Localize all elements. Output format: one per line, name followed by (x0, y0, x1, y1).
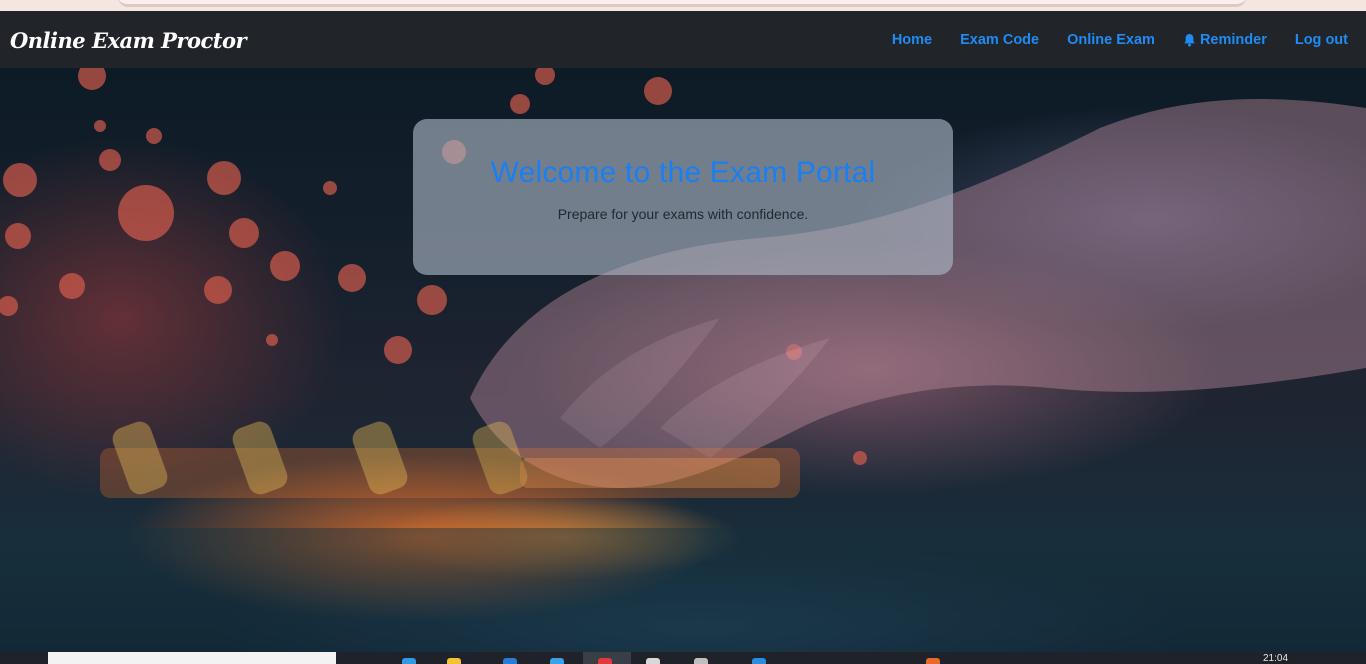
hero-background: Welcome to the Exam Portal Prepare for y… (0, 68, 1366, 652)
nav-link-exam-code[interactable]: Exam Code (960, 32, 1039, 48)
taskbar-app-icon[interactable] (646, 658, 660, 664)
taskbar-app-icon[interactable] (926, 658, 940, 664)
brand-logo[interactable]: Online Exam Proctor (10, 28, 247, 53)
welcome-subtitle: Prepare for your exams with confidence. (557, 206, 809, 222)
taskbar-app-icon[interactable] (598, 658, 612, 664)
page: Online Exam Proctor Home Exam Code Onlin… (0, 0, 1366, 664)
nav-link-online-exam[interactable]: Online Exam (1067, 32, 1155, 48)
taskbar-app-icon[interactable] (503, 658, 517, 664)
bell-icon (1183, 33, 1196, 47)
taskbar-search-box[interactable] (48, 652, 336, 664)
taskbar-app-icon[interactable] (752, 658, 766, 664)
address-bar-edge[interactable] (118, 0, 1246, 7)
navbar: Online Exam Proctor Home Exam Code Onlin… (0, 11, 1366, 68)
browser-chrome-strip (0, 0, 1366, 11)
welcome-title: Welcome to the Exam Portal (490, 156, 876, 189)
nav-link-reminder[interactable]: Reminder (1183, 32, 1267, 48)
taskbar-app-icon[interactable] (550, 658, 564, 664)
taskbar-app-icon[interactable] (447, 658, 461, 664)
nav-link-logout[interactable]: Log out (1295, 32, 1348, 48)
welcome-card: Welcome to the Exam Portal Prepare for y… (413, 119, 953, 275)
nav-link-home[interactable]: Home (892, 32, 932, 48)
nav-link-reminder-label: Reminder (1199, 31, 1267, 48)
taskbar-app-icon[interactable] (694, 658, 708, 664)
nav-links: Home Exam Code Online Exam Reminder Log … (864, 32, 1348, 48)
taskbar: 21:04 (0, 652, 1366, 664)
taskbar-clock[interactable]: 21:04 (1263, 653, 1288, 664)
taskbar-app-icon[interactable] (402, 658, 416, 664)
